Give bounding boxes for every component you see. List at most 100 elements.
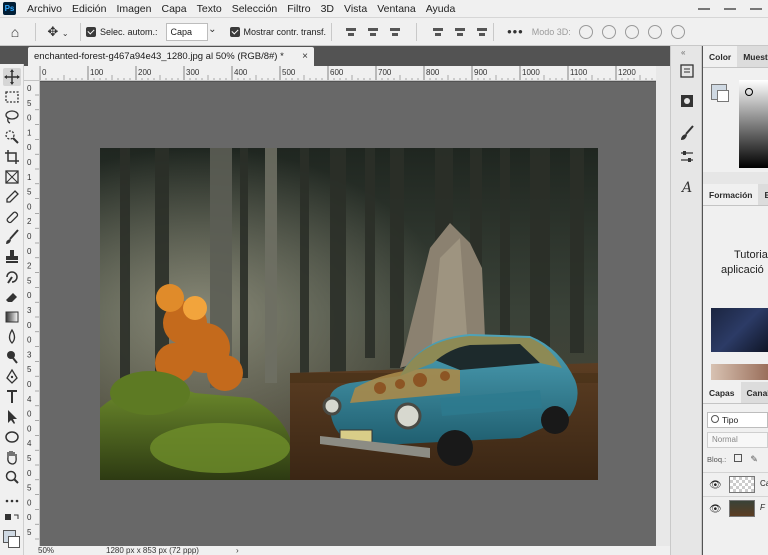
menu-item-imagen[interactable]: Imagen [111,3,156,15]
move-tool-preset-icon[interactable]: ✥ ⌄ [41,24,75,40]
close-window-icon[interactable] [750,7,762,10]
healing-brush-tool-icon[interactable] [3,208,21,226]
menu-item-archivo[interactable]: Archivo [22,3,67,15]
layer-name[interactable]: Ca [760,479,768,488]
adjustments-panel-icon[interactable] [678,92,696,110]
edit-toolbar-icon[interactable] [3,492,21,510]
tab-swatches[interactable]: Muestr [737,46,768,67]
pan-3d-icon[interactable] [624,24,639,39]
tutorial-thumbnail[interactable] [711,308,768,352]
history-brush-tool-icon[interactable] [3,268,21,286]
auto-select-target-dropdown[interactable]: Capa [165,22,217,41]
properties-panel-icon[interactable] [678,148,696,166]
menu-item-edicion[interactable]: Edición [67,3,111,15]
tab-layers[interactable]: Capas [703,382,741,403]
menu-item-capa[interactable]: Capa [157,3,192,15]
eye-visibility-icon[interactable]: 👁 [709,504,722,515]
align-right-icon[interactable] [389,26,401,38]
layer-row[interactable]: 👁 Ca [703,472,768,496]
svg-text:A: A [680,180,692,196]
tab-libraries[interactable]: B [758,184,768,205]
ellipse-tool-icon[interactable] [3,428,21,446]
tab-learn[interactable]: Formación [703,184,759,205]
tab-color[interactable]: Color [703,46,738,67]
slide-3d-icon[interactable] [647,24,662,39]
align-bottom-icon[interactable] [476,26,488,38]
collapse-panels-icon[interactable]: « [681,48,685,57]
vertical-ruler[interactable]: 0 5 0 1 0 0 1 5 0 2 0 0 2 5 0 3 0 0 3 5 0 4 0 0 4 5 0 5 0 0 5 [24,81,40,546]
document-image[interactable] [100,148,598,480]
menu-item-3d[interactable]: 3D [316,3,339,15]
maximize-icon[interactable] [724,7,736,10]
swap-colors-icon[interactable] [3,512,21,530]
layers-filter-input[interactable]: Tipo [707,412,768,428]
canvas-workspace[interactable] [40,82,656,546]
menu-bar: Ps Archivo Edición Imagen Capa Texto Selecció… [0,0,768,17]
character-panel-icon[interactable]: A [678,178,696,196]
quick-selection-tool-icon[interactable] [3,128,21,146]
orbit-3d-icon[interactable] [578,24,593,39]
ruler-origin[interactable] [24,66,40,81]
minimize-icon[interactable] [698,7,710,10]
brush-tool-icon[interactable] [3,228,21,246]
dodge-tool-icon[interactable] [3,348,21,366]
brush-settings-panel-icon[interactable] [678,124,696,142]
path-selection-tool-icon[interactable] [3,408,21,426]
tutorial-thumbnail[interactable] [711,364,768,380]
menu-item-filtro[interactable]: Filtro [282,3,315,15]
vertical-scrollbar[interactable] [656,66,670,546]
pen-tool-icon[interactable] [3,368,21,386]
blend-mode-dropdown[interactable]: Normal [707,432,768,448]
learn-title-line1: Tutoria [734,249,768,261]
history-panel-icon[interactable] [678,62,696,80]
eyedropper-tool-icon[interactable] [3,188,21,206]
lock-transparency-icon[interactable] [734,454,743,462]
rectangular-marquee-tool-icon[interactable] [3,88,21,106]
eraser-tool-icon[interactable] [3,288,21,306]
eye-visibility-icon[interactable]: 👁 [709,480,722,491]
camera-3d-icon[interactable] [670,24,685,39]
document-tab[interactable]: enchanted-forest-g467a94e43_1280.jpg al … [28,47,314,66]
crop-tool-icon[interactable] [3,148,21,166]
checkbox-checked-icon[interactable] [86,26,96,37]
align-top-icon[interactable] [432,26,444,38]
menu-item-seleccion[interactable]: Selección [227,3,283,15]
checkbox-checked-icon[interactable] [229,26,240,37]
status-info-arrow-icon[interactable]: › [236,546,239,555]
lock-image-icon[interactable]: ✎ [750,454,758,464]
menu-item-vista[interactable]: Vista [339,3,372,15]
color-picker-ring-icon[interactable] [745,88,753,96]
zoom-level[interactable]: 50% [38,546,54,555]
align-middle-icon[interactable] [454,26,466,38]
hand-tool-icon[interactable] [3,448,21,466]
lock-label: Bloq.: ✎ [707,454,758,465]
auto-select-checkbox[interactable]: Selec. autom.: [86,26,158,37]
menu-item-texto[interactable]: Texto [192,3,227,15]
align-left-icon[interactable] [345,26,357,38]
ruler-label: 5 [27,484,32,493]
menu-item-ayuda[interactable]: Ayuda [421,3,461,15]
more-options-icon[interactable]: ••• [507,24,524,39]
type-tool-icon[interactable] [3,388,21,406]
blur-tool-icon[interactable] [3,328,21,346]
layer-name[interactable]: F [760,503,765,512]
gradient-tool-icon[interactable] [3,308,21,326]
layer-row[interactable]: 👁 F [703,496,768,520]
menu-item-ventana[interactable]: Ventana [372,3,421,15]
align-center-icon[interactable] [367,26,379,38]
home-icon[interactable]: ⌂ [0,24,30,40]
roll-3d-icon[interactable] [601,24,616,39]
close-tab-icon[interactable]: × [302,47,308,66]
move-tool-icon[interactable] [3,68,21,86]
frame-tool-icon[interactable] [3,168,21,186]
background-color-swatch[interactable] [717,90,729,102]
show-transform-checkbox[interactable]: Mostrar contr. transf. [229,26,326,37]
lasso-tool-icon[interactable] [3,108,21,126]
horizontal-ruler[interactable]: 0 100 200 300 400 500 600 700 800 900 1000 1100 1200… [40,66,656,81]
color-swatches-icon[interactable] [3,530,21,552]
color-picker-field[interactable] [739,80,768,168]
clone-stamp-tool-icon[interactable] [3,248,21,266]
tab-channels[interactable]: Canale [741,382,768,403]
ruler-label: 0 [27,158,32,167]
zoom-tool-icon[interactable] [3,468,21,486]
